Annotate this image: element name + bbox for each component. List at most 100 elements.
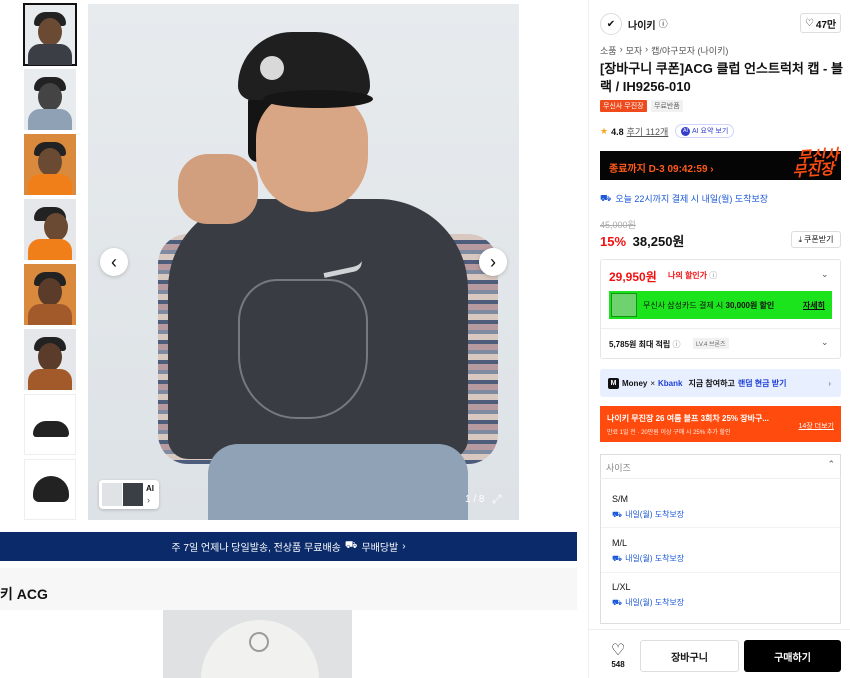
breadcrumb-item[interactable]: 모자 xyxy=(626,44,643,57)
banner-badge: 무배당발 xyxy=(361,543,399,554)
rating-value: 4.8 xyxy=(611,126,624,137)
size-option-sm[interactable]: S/M ⛟ 내일(월) 도착보장 xyxy=(612,494,684,520)
chevron-down-icon[interactable]: ⌄ xyxy=(821,269,829,280)
size-option-lxl[interactable]: L/XL ⛟ 내일(월) 도착보장 xyxy=(612,582,684,608)
thumbnail-1[interactable] xyxy=(23,3,77,66)
card-discount-bar[interactable]: 무신사 삼성카드 결제 시 30,000원 할인 자세히 xyxy=(609,291,832,319)
truck-icon: ⛟ xyxy=(612,509,623,519)
star-icon: ★ xyxy=(600,126,609,136)
event-more-link[interactable]: 14장 더보기 xyxy=(799,421,835,431)
thumbnail-6[interactable] xyxy=(24,329,76,390)
thumbnail-2[interactable] xyxy=(24,69,76,130)
ai-summary-button[interactable]: AI AI 요약 보기 xyxy=(675,124,735,138)
points-text: 5,785원 최대 적립 ⓘ xyxy=(609,340,681,349)
thumbnail-3[interactable] xyxy=(24,134,76,195)
size-option-label: S/M xyxy=(612,494,629,504)
thumbnail-4[interactable] xyxy=(24,199,76,260)
event-coupon-bar[interactable]: 나이키 무진장 26 여름 블프 3회차 25% 장바구... 만료 1일 전 … xyxy=(600,406,841,442)
breadcrumb-item[interactable]: 소품 xyxy=(600,44,617,57)
delivery-guarantee[interactable]: ⛟ 오늘 22시까지 결제 시 내일(월) 도착보장 xyxy=(600,192,768,205)
review-link[interactable]: 후기 112개 xyxy=(627,125,669,138)
tag-mujinjang: 무신사 무진장 xyxy=(600,100,647,112)
banner-text: 주 7일 언제나 당일발송, 전상품 무료배송 xyxy=(171,543,341,554)
size-option-delivery: ⛟ 내일(월) 도착보장 xyxy=(612,597,685,608)
info-icon: ⓘ xyxy=(709,271,718,280)
original-price: 45,000원 xyxy=(600,220,636,230)
money-highlight: 랜덤 현금 받기 xyxy=(737,378,787,388)
coupon-label: 쿠폰받기 xyxy=(804,235,834,244)
panel-divider xyxy=(588,0,589,678)
breadcrumb-sep: › xyxy=(645,44,649,54)
truck-icon: ⛟ xyxy=(612,597,623,607)
image-counter: 1 / 8 xyxy=(465,494,485,505)
breadcrumb: 소품 › 모자 › 캡/야구모자 (나이키) xyxy=(600,44,728,57)
prev-image-button[interactable]: ‹ xyxy=(100,248,128,276)
money-kbank-banner[interactable]: M Money × Kbank 지금 참여하고 랜덤 현금 받기 › xyxy=(600,369,841,397)
ai-icon: AI xyxy=(681,126,690,136)
divider xyxy=(601,527,840,528)
divider xyxy=(589,629,850,630)
event-title: 나이키 무진장 26 여름 블프 3회차 25% 장바구... xyxy=(607,414,769,423)
size-header-label: 사이즈 xyxy=(606,463,631,473)
size-option-delivery: ⛟ 내일(월) 도착보장 xyxy=(612,553,685,564)
chevron-down-icon[interactable]: ⌄ xyxy=(821,337,829,348)
promo-countdown-banner[interactable]: 종료까지 D-3 09:42:59 › 무신사 무진장 xyxy=(600,146,841,181)
breadcrumb-sep: › xyxy=(619,44,623,54)
breadcrumb-item[interactable]: 캡/야구모자 (나이키) xyxy=(651,44,728,57)
divider xyxy=(601,328,840,329)
event-subtitle: 만료 1일 전 · 20만원 이상 구매 시 25% 추가 할인 xyxy=(607,430,731,436)
brand-like-button[interactable]: ♡ 47만 xyxy=(800,13,841,33)
rating-row: ★ 4.8 후기 112개 xyxy=(600,125,668,138)
section-background xyxy=(0,568,577,610)
size-option-label: M/L xyxy=(612,538,628,548)
delivery-text: 오늘 22시까지 결제 시 내일(월) 도착보장 xyxy=(615,194,769,204)
truck-icon: ⛟ xyxy=(600,192,612,203)
card-detail-link[interactable]: 자세히 xyxy=(803,300,825,311)
coupon-button[interactable]: ⤓ 쿠폰받기 xyxy=(791,231,841,248)
chevron-right-icon: › xyxy=(402,541,406,552)
sale-price-row: 15% 38,250원 xyxy=(600,231,684,250)
expand-icon[interactable]: ⤢ xyxy=(492,492,502,507)
thumbnail-5[interactable] xyxy=(24,264,76,325)
my-discount-price[interactable]: 29,950원 xyxy=(609,268,657,285)
mujinjang-logo: 무신사 무진장 xyxy=(791,146,840,181)
musinsa-money-icon: M xyxy=(608,377,619,389)
brand-name: 나이키 xyxy=(628,21,656,32)
card-discount-text: 무신사 삼성카드 결제 시 30,000원 할인 xyxy=(643,301,775,310)
add-to-cart-button[interactable]: 장바구니 xyxy=(640,640,739,672)
ai-similar-chip[interactable]: AI › xyxy=(99,480,159,509)
section-title: 키 ACG xyxy=(0,586,48,602)
kbank-label: Kbank xyxy=(658,378,683,388)
size-option-delivery: ⛟ 내일(월) 도착보장 xyxy=(612,509,685,520)
thumbnail-7[interactable] xyxy=(24,394,76,455)
buy-now-button[interactable]: 구매하기 xyxy=(744,640,841,672)
swoosh-icon: ✔ xyxy=(606,18,616,30)
tag-free-return: 무료반품 xyxy=(651,100,683,112)
ai-chip-label: AI xyxy=(146,484,154,493)
next-image-button[interactable]: › xyxy=(479,248,507,276)
brand-name-row[interactable]: 나이키 ⓘ xyxy=(628,17,668,32)
sale-price: 38,250원 xyxy=(632,234,685,249)
divider xyxy=(601,572,840,573)
download-icon: ⤓ xyxy=(798,234,803,244)
countdown-text: 종료까지 D-3 09:42:59 › xyxy=(609,164,714,175)
level-badge: LV.4 브론즈 xyxy=(693,338,729,349)
product-detail-image xyxy=(163,610,352,678)
size-header[interactable]: 사이즈 ⌃ xyxy=(600,454,841,479)
info-icon: ⓘ xyxy=(658,19,668,29)
heart-icon[interactable]: ♡ xyxy=(608,640,628,660)
card-promo-image xyxy=(611,293,637,317)
size-option-label: L/XL xyxy=(612,582,631,592)
truck-icon: ⛟ xyxy=(344,540,358,551)
thumbnail-8[interactable] xyxy=(24,459,76,520)
times-label: × xyxy=(650,378,656,388)
shipping-banner[interactable]: 주 7일 언제나 당일발송, 전상품 무료배송 ⛟ 무배당발 › xyxy=(0,532,577,561)
brand-logo[interactable]: ✔ xyxy=(600,13,622,35)
size-option-ml[interactable]: M/L ⛟ 내일(월) 도착보장 xyxy=(612,538,684,564)
ai-summary-label: AI 요약 보기 xyxy=(692,128,729,135)
money-text: 지금 참여하고 xyxy=(688,378,735,388)
chevron-right-icon: › xyxy=(828,378,831,388)
info-icon: ⓘ xyxy=(672,340,681,349)
product-title: [장바구니 쿠폰]ACG 클럽 언스트럭처 캡 - 블랙 / IH9256-01… xyxy=(600,61,843,94)
truck-icon: ⛟ xyxy=(612,553,623,563)
